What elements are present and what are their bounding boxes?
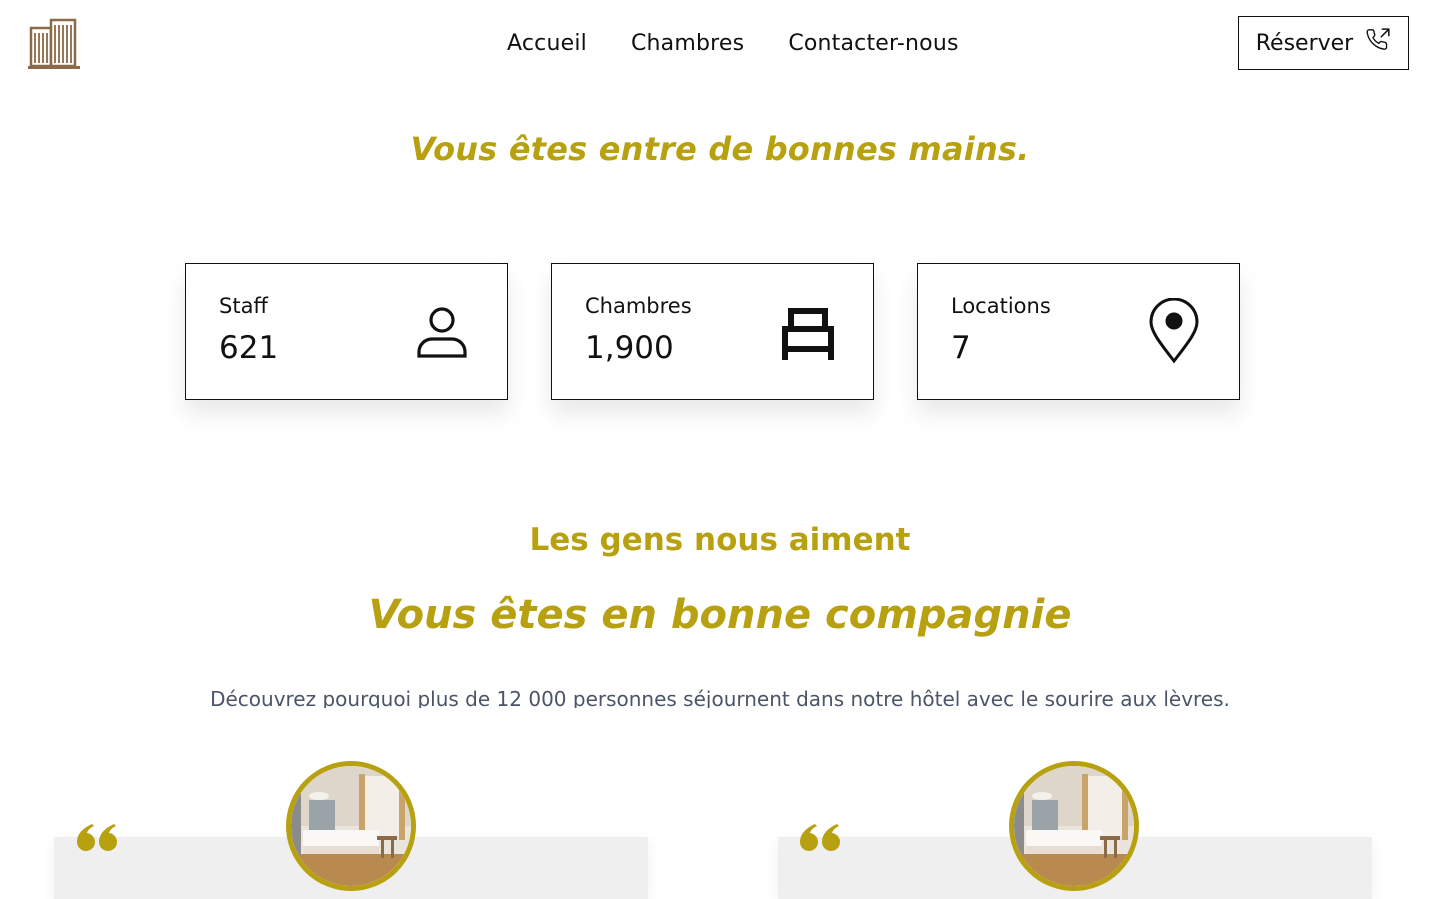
stat-label: Chambres — [585, 294, 692, 318]
stat-card-chambres: Chambres 1,900 — [551, 263, 874, 400]
stat-value: 1,900 — [585, 330, 674, 366]
stat-card-locations: Locations 7 — [917, 263, 1240, 400]
hero-tagline: Vous êtes entre de bonnes mains. — [410, 130, 1030, 168]
person-icon — [417, 306, 467, 358]
quote-icon — [798, 822, 840, 854]
stat-label: Staff — [219, 294, 268, 318]
testimonials-heading: Vous êtes en bonne compagnie — [368, 592, 1072, 638]
bed-icon — [780, 306, 836, 360]
nav-accueil[interactable]: Accueil — [507, 30, 587, 58]
stat-label: Locations — [951, 294, 1051, 318]
page: Accueil Chambres Contacter-nous Réserver… — [0, 0, 1440, 899]
site-header: Accueil Chambres Contacter-nous Réserver — [0, 0, 1440, 88]
stat-value: 621 — [219, 330, 279, 366]
main-nav: Accueil Chambres Contacter-nous — [507, 30, 959, 58]
hotel-room-photo — [286, 761, 416, 891]
nav-contacter-nous[interactable]: Contacter-nous — [788, 30, 958, 58]
phone-outgoing-icon — [1365, 27, 1391, 59]
nav-chambres[interactable]: Chambres — [631, 30, 744, 58]
testimonials-subheading: Les gens nous aiment — [529, 522, 911, 558]
quote-icon — [75, 822, 117, 854]
hotel-building-icon[interactable] — [28, 16, 80, 70]
stat-value: 7 — [951, 330, 971, 366]
stat-card-staff: Staff 621 — [185, 263, 508, 400]
map-pin-icon — [1149, 298, 1199, 364]
testimonials-intro: Découvrez pourquoi plus de 12 000 person… — [210, 687, 1230, 708]
reserve-button-label: Réserver — [1255, 30, 1354, 56]
hotel-room-photo — [1009, 761, 1139, 891]
reserve-button[interactable]: Réserver — [1238, 16, 1409, 70]
